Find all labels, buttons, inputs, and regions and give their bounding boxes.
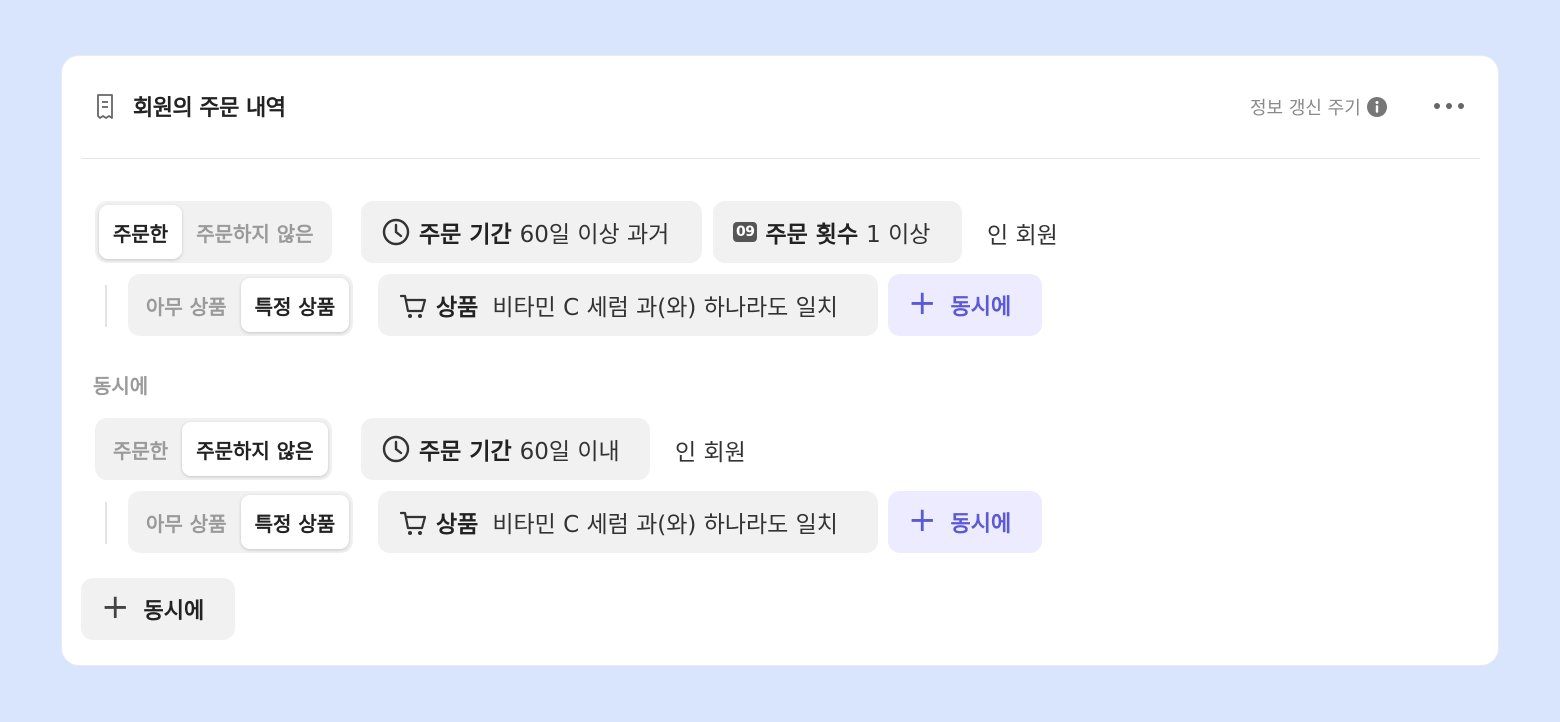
order-status-ordered[interactable]: 주문한	[99, 205, 183, 259]
refresh-cycle[interactable]: 정보 갱신 주기	[1250, 94, 1388, 120]
clock-icon	[382, 218, 410, 246]
product-condition-2[interactable]: 상품 비타민 C 세럼 과(와) 하나라도 일치	[378, 491, 878, 553]
product-scope-any[interactable]: 아무 상품	[132, 278, 241, 332]
order-period-condition-2[interactable]: 주문 기간 60일 이내	[361, 418, 650, 480]
order-period-label: 주문 기간	[419, 439, 512, 465]
product-scope-toggle-2[interactable]: 아무 상품 특정 상품	[128, 491, 354, 553]
info-icon[interactable]	[1366, 96, 1388, 118]
add-simultaneous-button-1[interactable]: + 동시에	[888, 274, 1042, 336]
add-simultaneous-button-2[interactable]: + 동시에	[888, 491, 1042, 553]
product-scope-toggle-1[interactable]: 아무 상품 특정 상품	[128, 274, 354, 336]
product-label: 상품	[436, 295, 479, 321]
product-scope-any[interactable]: 아무 상품	[132, 495, 241, 549]
more-icon[interactable]	[1434, 95, 1464, 117]
card-title: 회원의 주문 내역	[133, 96, 286, 121]
member-suffix-2: 인 회원	[675, 440, 746, 466]
cart-icon	[399, 511, 427, 535]
plus-icon: +	[908, 283, 937, 323]
product-scope-specific[interactable]: 특정 상품	[240, 495, 350, 549]
order-period-value: 60일 이내	[519, 439, 620, 465]
add-simultaneous-group-label: 동시에	[143, 599, 205, 624]
plus-icon: +	[101, 587, 130, 627]
product-scope-specific[interactable]: 특정 상품	[240, 278, 350, 332]
order-status-ordered[interactable]: 주문한	[99, 422, 182, 476]
product-label: 상품	[436, 512, 479, 538]
order-period-label: 주문 기간	[419, 222, 512, 248]
calendar-09-icon: 09	[733, 222, 758, 242]
add-simultaneous-label: 동시에	[950, 512, 1012, 537]
order-status-toggle-2[interactable]: 주문한 주문하지 않은	[95, 418, 332, 480]
plus-icon: +	[908, 500, 937, 540]
product-condition-1[interactable]: 상품 비타민 C 세럼 과(와) 하나라도 일치	[378, 274, 878, 336]
indent-line-2	[105, 502, 107, 544]
order-period-condition-1[interactable]: 주문 기간 60일 이상 과거	[361, 201, 702, 263]
order-status-toggle-1[interactable]: 주문한 주문하지 않은	[95, 201, 332, 263]
add-simultaneous-label: 동시에	[950, 295, 1012, 320]
member-suffix-1: 인 회원	[987, 223, 1058, 249]
order-status-not-ordered[interactable]: 주문하지 않은	[182, 205, 327, 259]
product-value: 비타민 C 세럼 과(와) 하나라도 일치	[492, 512, 838, 538]
clock-icon	[382, 435, 410, 463]
order-period-value: 60일 이상 과거	[519, 222, 670, 248]
order-count-value: 1 이상	[866, 222, 931, 248]
order-count-label: 주문 횟수	[765, 222, 859, 248]
add-simultaneous-group-button[interactable]: + 동시에	[81, 578, 235, 640]
product-value: 비타민 C 세럼 과(와) 하나라도 일치	[492, 295, 838, 321]
cart-icon	[399, 294, 427, 318]
order-count-condition-1[interactable]: 09 주문 횟수 1 이상	[713, 201, 962, 263]
and-separator: 동시에	[93, 374, 149, 398]
receipt-icon	[97, 94, 113, 119]
order-history-card: 회원의 주문 내역 정보 갱신 주기 주문한 주문하지 않은 주문 기간 60일…	[61, 55, 1499, 666]
order-status-not-ordered[interactable]: 주문하지 않은	[182, 422, 328, 476]
refresh-cycle-label: 정보 갱신 주기	[1250, 98, 1361, 119]
header-divider	[81, 158, 1480, 159]
indent-line-1	[105, 285, 107, 327]
